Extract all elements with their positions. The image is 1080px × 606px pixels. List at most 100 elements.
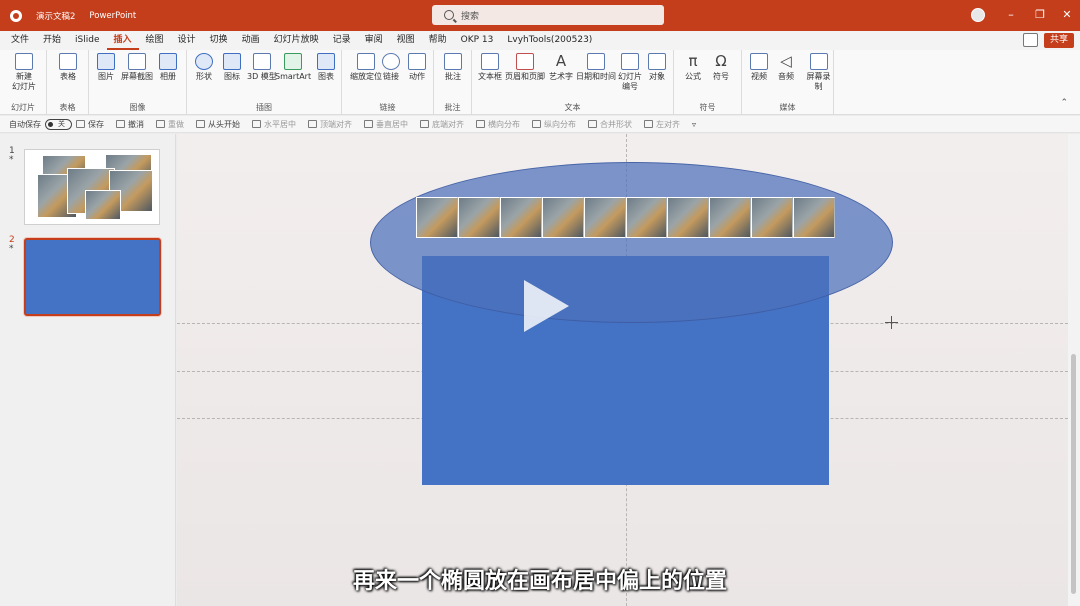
- vertical-scrollbar[interactable]: [1068, 134, 1080, 606]
- distribute-vertical-button[interactable]: 纵向分布: [532, 119, 576, 130]
- group-images: 图片 屏幕截图 相册 图像: [89, 50, 187, 115]
- comments-icon[interactable]: [1022, 33, 1038, 47]
- restore-icon[interactable]: ❐: [1033, 8, 1047, 22]
- align-top-icon: [308, 120, 317, 128]
- close-icon[interactable]: ✕: [1060, 8, 1074, 22]
- align-middle-button[interactable]: 垂直居中: [364, 119, 408, 130]
- smartart-button[interactable]: SmartArt: [275, 53, 311, 82]
- group-media: 视频 ◁ 音频 屏幕录制 媒体: [742, 50, 834, 115]
- screen-recording-label: 屏幕录制: [806, 72, 831, 91]
- header-footer-button[interactable]: 页眉和页脚: [505, 53, 545, 82]
- group-links: 缩放定位 链接 动作 链接: [342, 50, 434, 115]
- chart-button[interactable]: 图表: [317, 53, 335, 82]
- 3d-model-button[interactable]: 3D 模型: [247, 53, 277, 82]
- align-center-button[interactable]: 水平居中: [252, 119, 296, 130]
- screenshot-button[interactable]: 屏幕截图: [121, 53, 153, 82]
- comment-button[interactable]: 批注: [444, 53, 462, 82]
- slide-number-label: 幻灯片编号: [618, 72, 642, 91]
- tab-transitions[interactable]: 切换: [203, 31, 235, 50]
- tab-okp[interactable]: OKP 13: [454, 31, 501, 50]
- object-button[interactable]: 对象: [648, 53, 666, 82]
- merge-shapes-icon: [588, 120, 597, 128]
- avatar[interactable]: [971, 8, 985, 22]
- group-label-comments: 批注: [444, 103, 461, 112]
- align-top-button[interactable]: 顶端对齐: [308, 119, 352, 130]
- textbox-button[interactable]: 文本框: [478, 53, 502, 82]
- align-center-icon: [252, 120, 261, 128]
- equation-label: 公式: [685, 72, 701, 81]
- tab-insert[interactable]: 插入: [106, 31, 139, 50]
- slide-number-button[interactable]: 幻灯片编号: [617, 53, 643, 92]
- share-button[interactable]: 共享: [1043, 33, 1074, 48]
- group-slides: 新建 幻灯片 幻灯片: [0, 50, 47, 115]
- symbol-button[interactable]: Ω 符号: [712, 53, 730, 82]
- wordart-button[interactable]: A 艺术字: [549, 53, 573, 82]
- collapse-ribbon-icon[interactable]: ⌃: [1060, 98, 1068, 108]
- date-time-button[interactable]: 日期和时间: [576, 53, 616, 82]
- align-left-label: 左对齐: [656, 119, 680, 129]
- photo-album-button[interactable]: 相册: [159, 53, 177, 82]
- date-time-label: 日期和时间: [576, 72, 616, 81]
- customize-qat-icon[interactable]: ▿: [692, 120, 696, 129]
- table-button[interactable]: 表格: [59, 53, 77, 82]
- tab-slideshow[interactable]: 幻灯片放映: [267, 31, 326, 50]
- header-footer-label: 页眉和页脚: [505, 72, 545, 81]
- comment-icon: [444, 53, 462, 70]
- group-label-tables: 表格: [59, 103, 76, 112]
- align-left-icon: [644, 120, 653, 128]
- scrollbar-thumb[interactable]: [1071, 354, 1076, 594]
- redo-button[interactable]: 重做: [156, 119, 184, 130]
- photo-strip[interactable]: [416, 197, 836, 238]
- slide-canvas[interactable]: [177, 134, 1068, 606]
- autosave-toggle[interactable]: 关: [45, 118, 72, 130]
- title-bar: 演示文稿2 PowerPoint 搜索 – ❐ ✕: [0, 0, 1080, 31]
- screen-recording-button[interactable]: 屏幕录制: [804, 53, 833, 92]
- tab-animations[interactable]: 动画: [235, 31, 267, 50]
- undo-button[interactable]: 撤消: [116, 119, 144, 130]
- new-slide-button[interactable]: 新建 幻灯片: [12, 53, 36, 92]
- save-button[interactable]: 保存: [76, 119, 104, 130]
- search-icon: [444, 10, 454, 20]
- shapes-label: 形状: [196, 72, 212, 81]
- photo-frame: [751, 197, 794, 238]
- action-button[interactable]: 动作: [408, 53, 426, 82]
- tab-file[interactable]: 文件: [4, 31, 36, 50]
- equation-button[interactable]: π 公式: [684, 53, 702, 82]
- group-illustrations: 形状 图标 3D 模型 SmartArt 图表 插图: [187, 50, 342, 115]
- minimize-icon[interactable]: –: [1004, 8, 1018, 22]
- merge-shapes-button[interactable]: 合并形状: [588, 119, 632, 130]
- audio-button[interactable]: ◁ 音频: [777, 53, 795, 82]
- picture-button[interactable]: 图片: [97, 53, 115, 82]
- icons-button[interactable]: 图标: [223, 53, 241, 82]
- tab-view[interactable]: 视图: [390, 31, 422, 50]
- audio-label: 音频: [778, 72, 794, 81]
- video-button[interactable]: 视频: [750, 53, 768, 82]
- slide-thumbnail-1[interactable]: [24, 149, 160, 225]
- pi-icon: π: [688, 52, 698, 70]
- from-beginning-button[interactable]: 从头开始: [196, 119, 240, 130]
- tab-lvyhtools[interactable]: LvyhTools(200523): [500, 31, 599, 50]
- link-button[interactable]: 链接: [382, 53, 400, 82]
- zoom-button[interactable]: 缩放定位: [350, 53, 382, 82]
- distribute-horizontal-button[interactable]: 横向分布: [476, 119, 520, 130]
- undo-label: 撤消: [128, 119, 144, 129]
- tab-design[interactable]: 设计: [171, 31, 203, 50]
- link-icon: [382, 53, 400, 70]
- shapes-button[interactable]: 形状: [195, 53, 213, 82]
- align-left-button[interactable]: 左对齐: [644, 119, 680, 130]
- tab-islide[interactable]: iSlide: [68, 31, 106, 50]
- tab-record[interactable]: 记录: [326, 31, 358, 50]
- search-input[interactable]: 搜索: [432, 5, 664, 25]
- tab-home[interactable]: 开始: [36, 31, 68, 50]
- 3d-model-label: 3D 模型: [247, 72, 277, 81]
- align-bottom-button[interactable]: 底端对齐: [420, 119, 464, 130]
- tab-review[interactable]: 审阅: [358, 31, 390, 50]
- screen-recording-icon: [809, 53, 828, 70]
- group-label-media: 媒体: [779, 103, 796, 112]
- ellipse-shape[interactable]: [370, 162, 893, 323]
- photo-frame: [667, 197, 710, 238]
- table-icon: [59, 53, 77, 70]
- tab-draw[interactable]: 绘图: [139, 31, 171, 50]
- slide-thumbnail-2[interactable]: [24, 238, 161, 316]
- tab-help[interactable]: 帮助: [422, 31, 454, 50]
